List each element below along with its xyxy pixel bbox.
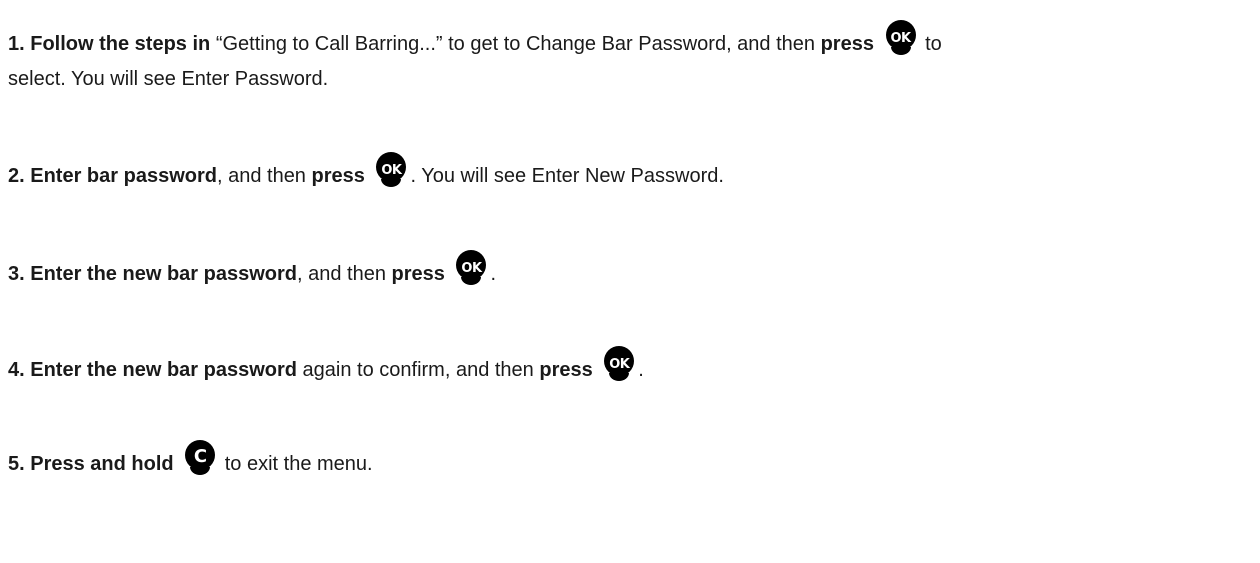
step-number: 4.	[8, 359, 25, 381]
ok-button-icon: OK	[604, 346, 635, 381]
ok-key-label: OK	[890, 31, 911, 46]
step-number: 1.	[8, 33, 25, 55]
step-lead: Enter the new bar password	[30, 263, 297, 285]
step-text-after: .	[490, 263, 497, 285]
step-text: again to confirm, and then	[296, 359, 540, 381]
step-4: 4. Enter the new bar password again to c…	[8, 346, 644, 381]
step-lead: Follow the steps in	[30, 33, 211, 55]
step-press: press	[539, 359, 593, 381]
ok-button-icon: OK	[376, 152, 407, 187]
step-number: 3.	[8, 263, 25, 285]
step-number: 2.	[8, 165, 25, 187]
step-text: “Getting to Call Barring...” to get to C…	[210, 33, 821, 55]
step-text: , and then	[296, 263, 392, 285]
step-text-after: to	[919, 33, 942, 55]
step-1: 1. Follow the steps in “Getting to Call …	[8, 20, 942, 90]
step-lead: Enter bar password	[30, 165, 217, 187]
ok-key-label: OK	[461, 261, 482, 276]
ok-key-label: OK	[609, 357, 630, 372]
step-text-line2: select. You will see Enter Password.	[8, 68, 329, 90]
step-text-after: .	[638, 359, 644, 381]
step-3: 3. Enter the new bar password, and then …	[8, 250, 496, 285]
step-lead: Enter the new bar password	[30, 359, 297, 381]
step-5: 5. Press and hold C to exit the menu.	[8, 440, 373, 475]
ok-key-label: OK	[381, 163, 402, 178]
step-press: press	[820, 33, 874, 55]
step-2: 2. Enter bar password, and then press OK…	[8, 152, 724, 187]
ok-button-icon: OK	[885, 20, 916, 55]
step-text: , and then	[216, 165, 312, 187]
clear-button-icon: C	[185, 440, 216, 475]
step-press: press	[311, 165, 365, 187]
step-press: press	[391, 263, 445, 285]
step-lead: Press and hold	[30, 453, 174, 475]
ok-button-icon: OK	[456, 250, 487, 285]
step-number: 5.	[8, 453, 25, 475]
step-text-after: . You will see Enter New Password.	[410, 165, 724, 187]
step-text-after: to exit the menu.	[219, 453, 373, 475]
c-key-label: C	[193, 446, 207, 467]
